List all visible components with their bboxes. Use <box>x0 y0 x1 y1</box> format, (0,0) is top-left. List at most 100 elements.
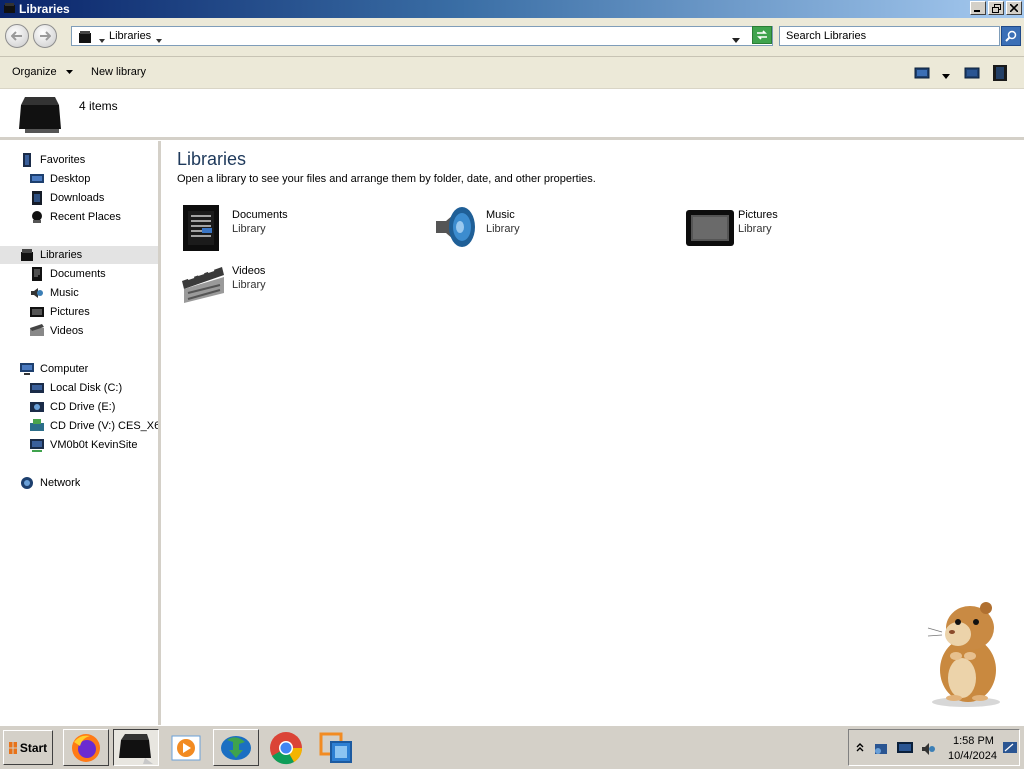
view-options-icon[interactable] <box>942 70 950 82</box>
tray-app-icon[interactable] <box>873 741 889 760</box>
documents-icon <box>32 267 42 282</box>
taskbar-app-chrome[interactable] <box>263 729 309 766</box>
music-icon <box>31 288 43 299</box>
item-count: 4 items <box>79 99 118 113</box>
nav-item-documents[interactable]: Documents <box>30 265 106 283</box>
chevron-down-icon <box>65 70 73 75</box>
nav-item-label: VM0b0t KevinSite <box>50 439 138 451</box>
search-icon <box>1005 30 1017 42</box>
media-player-icon <box>171 735 201 760</box>
clock-time[interactable]: 1:58 PM <box>953 735 994 747</box>
organize-button[interactable]: Organize <box>12 66 73 78</box>
pictures-icon <box>30 307 44 318</box>
library-name: Pictures <box>738 209 778 221</box>
address-bar-area: Libraries Search Libraries <box>0 18 1024 57</box>
documents-icon <box>183 205 219 251</box>
recent-places-icon <box>32 211 42 224</box>
search-button[interactable] <box>1001 26 1021 46</box>
breadcrumb-arrow-icon[interactable] <box>99 34 105 46</box>
close-button[interactable] <box>1006 1 1022 15</box>
forward-arrow-icon <box>40 31 51 41</box>
nav-item-label: Pictures <box>50 306 90 318</box>
back-button[interactable] <box>5 24 29 48</box>
refresh-button[interactable] <box>752 26 772 44</box>
libraries-icon <box>3 2 16 15</box>
nav-item-label: Downloads <box>50 192 105 204</box>
cd-drive-icon <box>30 419 44 432</box>
hard-disk-icon <box>30 383 44 394</box>
nav-item-label: CD Drive (E:) <box>50 401 116 413</box>
library-name: Music <box>486 209 515 221</box>
nav-item-desktop[interactable]: Desktop <box>30 170 90 188</box>
minimize-button[interactable] <box>970 1 986 15</box>
change-view-icon[interactable] <box>914 67 930 82</box>
nav-item-downloads[interactable]: Downloads <box>30 189 104 207</box>
minimize-icon <box>974 10 980 12</box>
nav-item-videos[interactable]: Videos <box>30 322 83 340</box>
refresh-icon <box>757 30 767 40</box>
start-logo-icon <box>8 741 17 754</box>
library-type: Library <box>232 279 266 291</box>
preview-pane-icon[interactable] <box>964 67 980 82</box>
videos-icon <box>182 267 224 303</box>
new-library-button[interactable]: New library <box>91 66 146 78</box>
taskbar-app-media-player[interactable] <box>163 729 209 766</box>
forward-button[interactable] <box>33 24 57 48</box>
clock-date[interactable]: 10/4/2024 <box>948 750 997 762</box>
network-icon <box>21 477 33 490</box>
window-title: Libraries <box>19 2 70 16</box>
help-icon[interactable] <box>993 65 1007 84</box>
address-dropdown-icon[interactable] <box>732 34 740 46</box>
nav-item-cd-drive-e[interactable]: CD Drive (E:) <box>30 398 115 416</box>
restore-button[interactable] <box>988 1 1004 15</box>
close-icon <box>1010 4 1018 12</box>
command-bar: Organize New library <box>0 57 1024 89</box>
nav-item-network-share[interactable]: VM0b0t KevinSite <box>30 436 137 454</box>
library-type: Library <box>486 223 520 235</box>
nav-item-cd-drive-v[interactable]: CD Drive (V:) CES_X64 <box>30 417 158 435</box>
taskbar: Start 1:58 PM 10/4/2024 <box>0 725 1024 769</box>
search-input[interactable]: Search Libraries <box>779 26 1000 46</box>
back-arrow-icon <box>11 31 22 41</box>
breadcrumb-arrow-icon[interactable] <box>156 34 162 46</box>
show-hidden-icons-icon[interactable] <box>856 742 864 755</box>
chrome-icon <box>270 731 303 764</box>
nav-item-music[interactable]: Music <box>30 284 79 302</box>
nav-item-pictures[interactable]: Pictures <box>30 303 90 321</box>
volume-icon[interactable] <box>921 741 937 760</box>
taskbar-app-vm[interactable] <box>313 729 359 766</box>
downloads-icon <box>32 191 42 206</box>
nav-libraries[interactable]: Libraries <box>0 246 158 264</box>
nav-item-label: Desktop <box>50 173 91 185</box>
start-label: Start <box>19 740 48 755</box>
taskbar-app-firefox[interactable] <box>63 729 109 766</box>
nav-computer[interactable]: Computer <box>20 360 88 378</box>
nav-libraries-label: Libraries <box>40 249 83 261</box>
library-type: Library <box>738 223 772 235</box>
music-icon <box>436 207 475 247</box>
network-status-icon[interactable] <box>897 741 913 758</box>
details-pane: 4 items <box>0 89 1024 140</box>
title-bar[interactable]: Libraries <box>0 0 1024 18</box>
star-icon <box>23 153 31 168</box>
nav-network[interactable]: Network <box>20 474 80 492</box>
taskbar-app-libraries-explorer[interactable] <box>113 729 159 766</box>
computer-icon <box>20 363 34 376</box>
library-tile-music[interactable]: Music Library <box>434 203 674 253</box>
address-field[interactable]: Libraries <box>71 26 773 46</box>
library-tile-videos[interactable]: Videos Library <box>180 259 420 309</box>
show-desktop-icon[interactable] <box>1003 741 1017 758</box>
firefox-icon <box>72 733 100 762</box>
breadcrumb-libraries[interactable]: Libraries <box>109 30 151 42</box>
taskbar-app-download-manager[interactable] <box>213 729 259 766</box>
nav-item-recent-places[interactable]: Recent Places <box>30 208 121 226</box>
nav-computer-label: Computer <box>40 363 89 375</box>
nav-item-local-disk[interactable]: Local Disk (C:) <box>30 379 122 397</box>
libraries-explorer-icon <box>119 733 153 764</box>
start-button[interactable]: Start <box>3 730 53 765</box>
navigation-pane: Favorites Desktop Downloads Recent Place… <box>0 141 161 725</box>
library-tile-documents[interactable]: Documents Library <box>180 203 420 253</box>
library-tile-pictures[interactable]: Pictures Library <box>686 203 926 253</box>
vm-app-icon <box>319 732 352 763</box>
nav-favorites[interactable]: Favorites <box>20 151 85 169</box>
